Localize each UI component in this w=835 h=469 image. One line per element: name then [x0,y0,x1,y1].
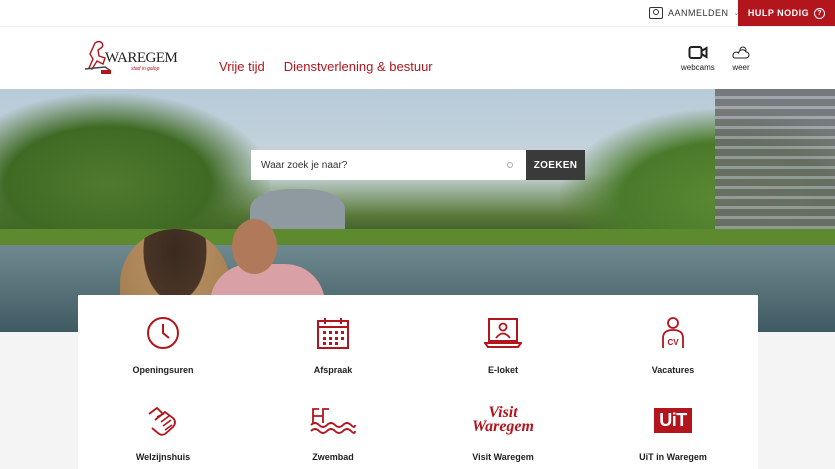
hero-building [715,89,835,239]
logo-wordmark: WAREGEM [105,50,178,66]
uit-logo: UiT [648,400,698,440]
tile-label: UiT in Waregem [639,452,707,462]
search-input[interactable] [251,150,526,180]
user-icon [649,7,663,19]
clock-icon [138,313,188,353]
visit-logo-line2: Waregem [472,418,534,435]
tile-vacatures[interactable]: CV Vacatures [588,295,758,382]
tile-openingsuren[interactable]: Openingsuren [78,295,248,382]
svg-text:CV: CV [667,338,679,347]
tile-uit-in-waregem[interactable]: UiT UiT in Waregem [588,382,758,469]
tile-welzijnshuis[interactable]: Welzijnshuis [78,382,248,469]
laptop-user-icon [478,313,528,353]
tile-label: Welzijnshuis [135,452,191,462]
weather-label: weer [732,63,750,72]
site-header: WAREGEM stad in galop Vrije tijd Dienstv… [0,26,835,89]
cv-icon: CV [648,313,698,353]
tile-afspraak[interactable]: Afspraak [248,295,418,382]
help-label: HULP NODIG [747,8,810,18]
search-button[interactable]: ZOEKEN [526,150,585,180]
top-bar: AANMELDEN ⌄ HULP NODIG ? [0,0,835,26]
weather-icon [732,46,750,59]
waregem-logo[interactable]: WAREGEM stad in galop [83,39,178,77]
main-nav: Vrije tijd Dienstverlening & bestuur [219,59,433,74]
hero-grass [0,229,835,245]
tile-label: E-loket [487,365,518,375]
swimming-icon [308,400,358,440]
camera-icon [688,46,708,59]
quick-links-panel: Openingsuren Afspraak E-loket CV Vacatur… [78,295,758,469]
question-icon: ? [814,7,826,19]
login-label: AANMELDEN [668,8,729,18]
tile-visit-waregem[interactable]: Visit Waregem Visit Waregem [418,382,588,469]
nav-dienstverlening[interactable]: Dienstverlening & bestuur [284,59,433,74]
search-bar: ZOEKEN [251,150,585,180]
logo-tagline: stad in galop [131,66,160,72]
calendar-icon [308,313,358,353]
nav-vrije-tijd[interactable]: Vrije tijd [219,59,265,74]
help-button[interactable]: HULP NODIG ? [738,0,835,26]
uit-logo-text: UiT [654,407,692,433]
tile-label: Openingsuren [132,365,194,375]
webcams-label: webcams [681,63,715,72]
tile-e-loket[interactable]: E-loket [418,295,588,382]
search-clear-icon[interactable] [507,162,513,168]
tile-label: Visit Waregem [472,452,534,462]
tile-label: Vacatures [651,365,695,375]
tile-label: Afspraak [313,365,353,375]
weather-link[interactable]: weer [730,45,752,72]
hands-icon [138,400,188,440]
tile-zwembad[interactable]: Zwembad [248,382,418,469]
hero-person-head [232,219,277,274]
webcams-link[interactable]: webcams [681,45,715,72]
tile-label: Zwembad [312,452,354,462]
visit-waregem-logo: Visit Waregem [472,400,534,440]
login-button[interactable]: AANMELDEN ⌄ [649,0,740,26]
